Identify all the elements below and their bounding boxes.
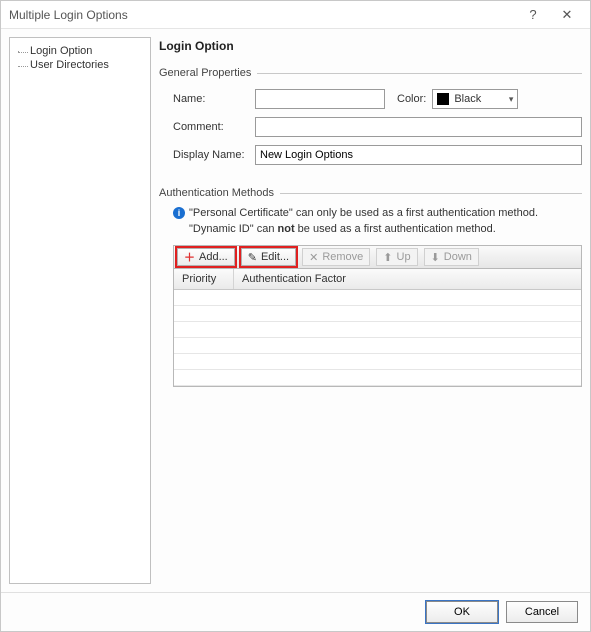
name-input[interactable]: [255, 89, 385, 109]
nav-tree: Login Option User Directories: [9, 37, 151, 584]
add-button[interactable]: ＋Add...: [177, 248, 235, 266]
section-authentication-methods: Authentication Methods: [159, 187, 582, 199]
auth-table: Priority Authentication Factor: [173, 269, 582, 387]
cancel-button[interactable]: Cancel: [506, 601, 578, 623]
plus-icon: ＋: [184, 249, 195, 265]
main-area: Login Option User Directories Login Opti…: [1, 29, 590, 592]
comment-input[interactable]: [255, 117, 582, 137]
auth-info-text: i"Personal Certificate" can only be used…: [159, 205, 582, 237]
section-general-properties: General Properties: [159, 67, 582, 79]
color-value: Black: [454, 93, 508, 105]
color-label: Color:: [397, 93, 426, 105]
table-row[interactable]: [174, 354, 581, 370]
dialog-footer: OK Cancel: [1, 592, 590, 631]
x-icon: ✕: [309, 251, 318, 264]
table-row[interactable]: [174, 290, 581, 306]
col-priority[interactable]: Priority: [174, 269, 234, 289]
info-icon: i: [173, 207, 185, 219]
tree-item-user-directories[interactable]: User Directories: [28, 58, 146, 72]
comment-label: Comment:: [173, 121, 255, 133]
auth-toolbar: ＋Add... ✎Edit... ✕Remove ⬆Up ⬇Down: [173, 245, 582, 269]
name-label: Name:: [173, 93, 255, 105]
ok-button[interactable]: OK: [426, 601, 498, 623]
table-header: Priority Authentication Factor: [174, 269, 581, 290]
display-name-label: Display Name:: [173, 149, 255, 161]
color-swatch-icon: [437, 93, 449, 105]
table-row[interactable]: [174, 370, 581, 386]
divider: [280, 193, 582, 194]
content-panel: Login Option General Properties Name: Co…: [159, 37, 582, 584]
section-label: General Properties: [159, 67, 251, 79]
section-label: Authentication Methods: [159, 187, 274, 199]
divider: [257, 73, 582, 74]
titlebar: Multiple Login Options ? ✕: [1, 1, 590, 29]
color-select[interactable]: Black ▾: [432, 89, 518, 109]
pencil-icon: ✎: [248, 251, 257, 264]
tree-item-login-option[interactable]: Login Option: [28, 44, 146, 58]
window-title: Multiple Login Options: [9, 8, 516, 22]
close-button[interactable]: ✕: [550, 7, 584, 23]
dialog-multiple-login-options: Multiple Login Options ? ✕ Login Option …: [0, 0, 591, 632]
down-button[interactable]: ⬇Down: [424, 248, 479, 266]
table-row[interactable]: [174, 322, 581, 338]
table-row[interactable]: [174, 306, 581, 322]
display-name-input[interactable]: [255, 145, 582, 165]
remove-button[interactable]: ✕Remove: [302, 248, 370, 266]
edit-button[interactable]: ✎Edit...: [241, 248, 296, 266]
arrow-down-icon: ⬇: [431, 251, 440, 264]
help-button[interactable]: ?: [516, 7, 550, 22]
up-button[interactable]: ⬆Up: [376, 248, 417, 266]
table-row[interactable]: [174, 338, 581, 354]
page-title: Login Option: [159, 39, 582, 53]
chevron-down-icon: ▾: [509, 94, 514, 105]
col-auth-factor[interactable]: Authentication Factor: [234, 269, 581, 289]
arrow-up-icon: ⬆: [383, 251, 392, 264]
